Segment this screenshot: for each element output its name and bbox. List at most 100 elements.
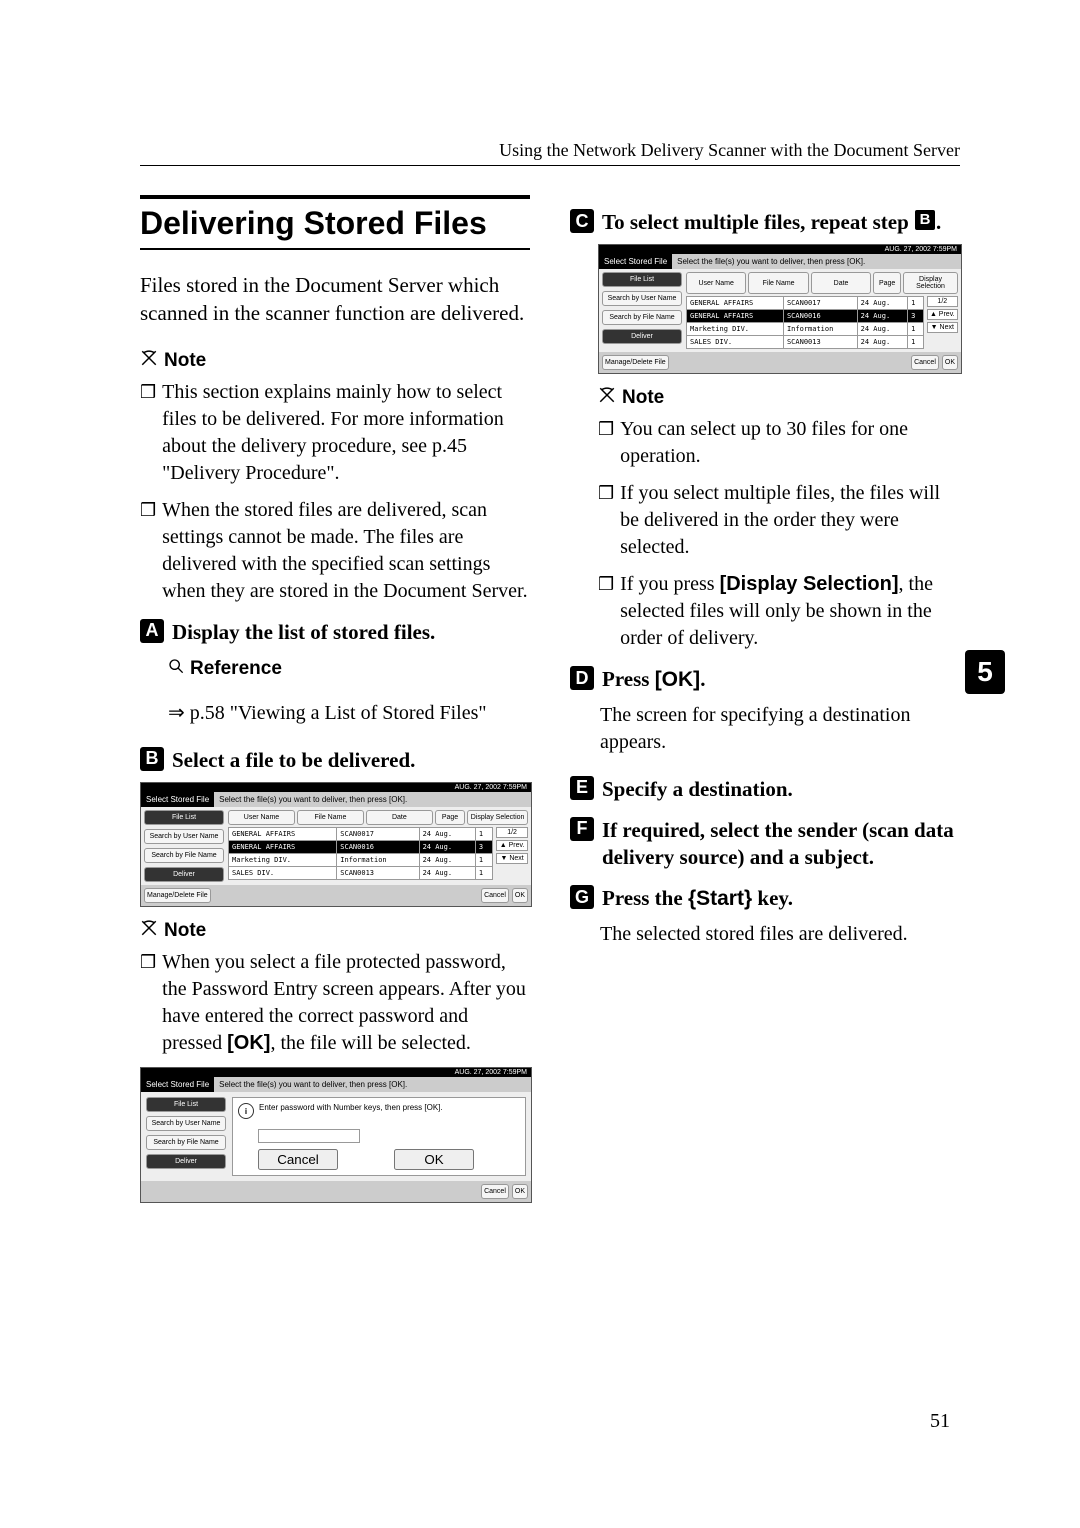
note-list-1: This section explains mainly how to sele… (140, 379, 530, 605)
reference-heading: Reference (168, 658, 530, 680)
intro-paragraph: Files stored in the Document Server whic… (140, 271, 530, 328)
password-input[interactable] (258, 1129, 360, 1143)
file-table: GENERAL AFFAIRSSCAN001724 Aug.1 GENERAL … (228, 827, 493, 880)
step-number-icon: E (570, 776, 594, 800)
screenshot-timestamp: AUG. 27, 2002 7:59PM (141, 1068, 531, 1077)
deliver-button[interactable]: Deliver (144, 867, 224, 882)
table-row-selected[interactable]: GENERAL AFFAIRSSCAN001624 Aug.3 (229, 841, 493, 854)
step-4-body: The screen for specifying a destination … (600, 702, 960, 756)
step-7: G Press the {Start} key. (570, 885, 960, 912)
step-number-icon: G (570, 885, 594, 909)
cancel-button[interactable]: Cancel (481, 888, 509, 903)
cancel-button[interactable]: Cancel (481, 1184, 509, 1199)
ok-button[interactable]: OK (942, 355, 958, 370)
note-label: Note (164, 920, 206, 942)
display-selection-button[interactable]: Display Selection (467, 810, 528, 825)
note-item: If you press [Display Selection], the se… (620, 571, 960, 652)
deliver-button[interactable]: Deliver (146, 1154, 226, 1169)
content-columns: Delivering Stored Files Files stored in … (140, 195, 960, 1211)
page-number: 51 (930, 1410, 950, 1433)
running-header: Using the Network Delivery Scanner with … (140, 140, 960, 166)
deliver-button[interactable]: Deliver (602, 329, 682, 344)
search-file-button[interactable]: Search by File Name (602, 310, 682, 325)
col-user-name[interactable]: User Name (228, 810, 295, 825)
left-column: Delivering Stored Files Files stored in … (140, 195, 530, 1211)
manage-delete-button[interactable]: Manage/Delete File (602, 355, 669, 370)
screenshot-title: Select Stored File (141, 1077, 214, 1092)
password-message: Enter password with Number keys, then pr… (259, 1103, 443, 1112)
pw-ok-button[interactable]: OK (394, 1149, 474, 1170)
note-icon (140, 349, 158, 373)
step-number-icon: F (570, 817, 594, 841)
step-text: Select a file to be delivered. (172, 747, 415, 774)
screenshot-timestamp: AUG. 27, 2002 7:59PM (141, 783, 531, 792)
note-item: If you select multiple files, the files … (620, 480, 960, 561)
inline-step-ref-icon: B (915, 210, 935, 230)
ok-button[interactable]: OK (512, 1184, 528, 1199)
table-row[interactable]: SALES DIV.SCAN001324 Aug.1 (229, 867, 493, 880)
start-key-label: {Start} (688, 887, 752, 910)
step-number-icon: B (140, 747, 164, 771)
col-user-name[interactable]: User Name (686, 272, 746, 294)
step-text: Press [OK]. (602, 666, 705, 693)
file-table: GENERAL AFFAIRSSCAN001724 Aug.1 GENERAL … (686, 296, 924, 349)
prev-button[interactable]: ▲ Prev. (496, 840, 528, 851)
note-label: Note (164, 350, 206, 372)
next-button[interactable]: ▼ Next (496, 853, 528, 864)
reference-body: p.58 "Viewing a List of Stored Files" (168, 700, 530, 727)
search-user-button[interactable]: Search by User Name (602, 291, 682, 306)
file-list-button[interactable]: File List (144, 810, 224, 825)
screenshot-titlebar: Select Stored File Select the file(s) yo… (141, 792, 531, 807)
col-file-name[interactable]: File Name (297, 810, 364, 825)
table-row[interactable]: SALES DIV.SCAN001324 Aug.1 (687, 336, 924, 349)
file-list-button[interactable]: File List (602, 272, 682, 287)
file-list-button[interactable]: File List (146, 1097, 226, 1112)
table-row[interactable]: Marketing DIV.Information24 Aug.1 (687, 323, 924, 336)
step-text: To select multiple files, repeat step B. (602, 209, 941, 236)
col-date[interactable]: Date (811, 272, 871, 294)
manual-page: Using the Network Delivery Scanner with … (0, 0, 1080, 1528)
section-heading: Delivering Stored Files (140, 205, 530, 242)
ui-screenshot-password: AUG. 27, 2002 7:59PM Select Stored File … (140, 1067, 532, 1203)
table-row-selected[interactable]: GENERAL AFFAIRSSCAN001624 Aug.3 (687, 310, 924, 323)
search-user-button[interactable]: Search by User Name (144, 829, 224, 844)
step-5: E Specify a destination. (570, 776, 960, 803)
step-2: B Select a file to be delivered. (140, 747, 530, 774)
table-row[interactable]: GENERAL AFFAIRSSCAN001724 Aug.1 (229, 828, 493, 841)
note-icon (140, 919, 158, 943)
col-page[interactable]: Page (873, 272, 901, 294)
note-item: This section explains mainly how to sele… (162, 379, 530, 487)
note-item: You can select up to 30 files for one op… (620, 416, 960, 470)
screenshot-title: Select Stored File (599, 254, 672, 269)
reference-icon (168, 658, 184, 680)
screenshot-titlebar: Select Stored File Select the file(s) yo… (599, 254, 961, 269)
chapter-tab: 5 (965, 650, 1005, 694)
col-date[interactable]: Date (366, 810, 433, 825)
note-heading: Note (140, 349, 530, 373)
note-list-3: You can select up to 30 files for one op… (598, 416, 960, 652)
display-selection-button[interactable]: Display Selection (903, 272, 958, 294)
col-page[interactable]: Page (435, 810, 465, 825)
step-text: If required, select the sender (scan dat… (602, 817, 960, 872)
note-heading: Note (598, 386, 960, 410)
table-row[interactable]: GENERAL AFFAIRSSCAN001724 Aug.1 (687, 297, 924, 310)
step-text: Press the {Start} key. (602, 885, 793, 912)
table-row[interactable]: Marketing DIV.Information24 Aug.1 (229, 854, 493, 867)
ok-button[interactable]: OK (512, 888, 528, 903)
note-item: When you select a file protected passwor… (162, 949, 530, 1057)
search-file-button[interactable]: Search by File Name (146, 1135, 226, 1150)
screenshot-instruction: Select the file(s) you want to deliver, … (214, 1077, 412, 1092)
col-file-name[interactable]: File Name (748, 272, 808, 294)
heading-rule-bottom (140, 248, 530, 250)
heading-rule-top (140, 195, 530, 199)
cancel-button[interactable]: Cancel (911, 355, 939, 370)
search-file-button[interactable]: Search by File Name (144, 848, 224, 863)
step-number-icon: C (570, 209, 594, 233)
note-label: Note (622, 387, 664, 409)
next-button[interactable]: ▼ Next (927, 322, 958, 333)
manage-delete-button[interactable]: Manage/Delete File (144, 888, 211, 903)
pw-cancel-button[interactable]: Cancel (258, 1149, 338, 1170)
prev-button[interactable]: ▲ Prev. (927, 309, 958, 320)
ui-screenshot-file-list: AUG. 27, 2002 7:59PM Select Stored File … (140, 782, 532, 907)
search-user-button[interactable]: Search by User Name (146, 1116, 226, 1131)
